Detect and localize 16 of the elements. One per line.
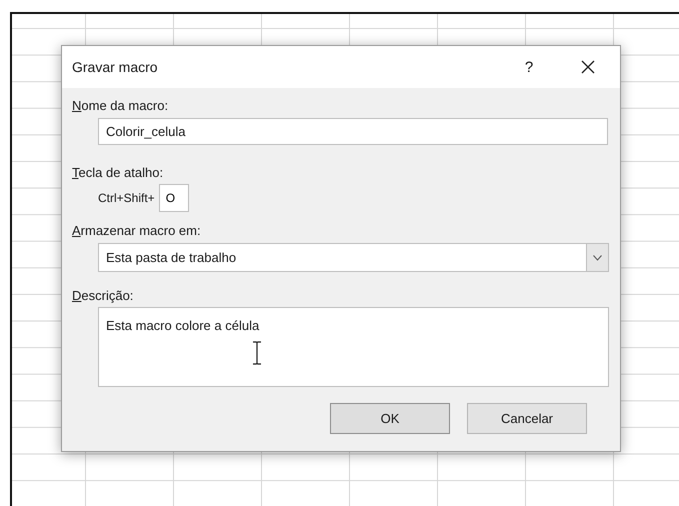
close-icon[interactable] [581,60,595,74]
chevron-down-icon [593,254,602,260]
field-label: Nome da macro: [72,97,170,115]
description-field[interactable]: Esta macro colore a célula [98,307,609,387]
help-button[interactable]: ? [519,58,539,76]
field-label: Armazenar macro em: [72,222,202,240]
store-dropdown[interactable]: Esta pasta de trabalho [98,243,609,272]
macro-name-field[interactable]: Colorir_celula [98,118,608,145]
field-label: Tecla de atalho: [72,164,164,182]
shortcut-key-field[interactable]: O [158,184,189,212]
ok-button[interactable]: OK [330,403,450,434]
field-label: Descrição: [72,287,134,305]
text-cursor-icon [252,341,262,365]
shortcut-prefix: Ctrl+Shift+ [98,191,155,205]
dialog-title: Gravar macro [72,59,159,75]
cancel-button[interactable]: Cancelar [467,403,587,434]
